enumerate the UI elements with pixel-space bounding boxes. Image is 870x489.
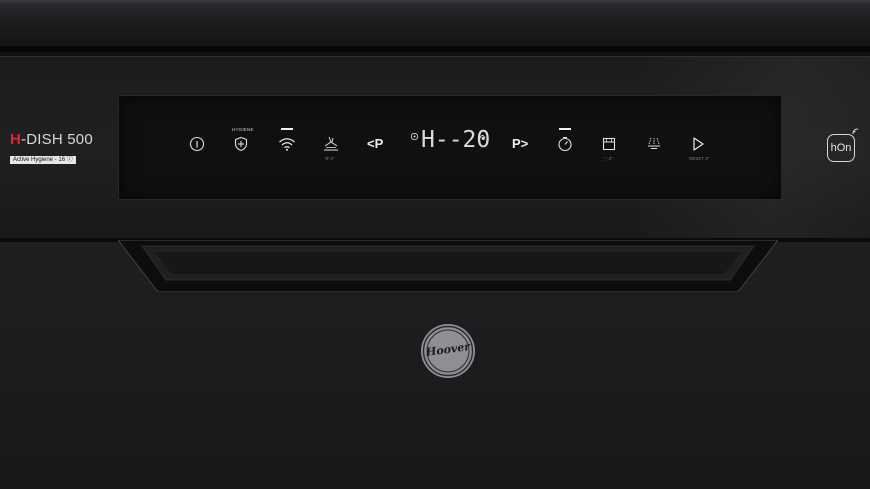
appliance-top-rim	[0, 0, 870, 56]
hon-connect-badge: hOn	[827, 134, 855, 162]
hoover-logo: Hoover	[420, 323, 476, 379]
half-load-button[interactable]	[600, 135, 618, 153]
hon-signal-icon	[850, 126, 860, 136]
wifi-icon	[279, 138, 295, 151]
eco-indicator-icon	[409, 131, 419, 141]
delay-active-indicator	[559, 128, 571, 130]
play-icon	[693, 137, 704, 151]
delay-start-button[interactable]	[555, 135, 575, 153]
info-button[interactable]	[188, 135, 206, 153]
model-name: H-DISH 500	[10, 132, 93, 148]
extra-wash-button[interactable]	[645, 134, 663, 152]
eco-leaf-icon	[410, 132, 418, 140]
hygiene-label: HYGIENE	[232, 127, 254, 132]
sensor-indicator-icon	[477, 131, 487, 141]
signal-waves-icon	[852, 128, 858, 134]
hygiene-shield-icon	[234, 136, 248, 152]
hon-label: hOn	[830, 142, 852, 154]
reset-hold-hint: RESET 3"	[689, 156, 710, 161]
spray-arms-icon	[648, 137, 660, 149]
rinse-icon	[324, 136, 338, 151]
info-icon	[189, 136, 205, 152]
door-handle-recess[interactable]	[118, 240, 778, 292]
program-previous-button[interactable]: <P	[367, 136, 383, 151]
program-next-button[interactable]: P>	[512, 136, 528, 151]
model-subtitle: Active Hygiene - 16 ⓘ	[10, 156, 76, 164]
half-load-icon	[602, 137, 616, 151]
wifi-button[interactable]	[278, 136, 296, 152]
start-button[interactable]	[689, 135, 707, 153]
top-groove	[0, 46, 870, 52]
half-load-hold-hint: ⬚ 3"	[603, 156, 613, 161]
wifi-active-indicator	[281, 128, 293, 130]
rinse-hold-hint: ⚙ 3"	[325, 156, 335, 161]
sensor-icon	[479, 134, 485, 139]
timer-icon	[558, 137, 572, 152]
brand-badge: H-DISH 500 Active Hygiene - 16 ⓘ	[10, 132, 93, 166]
model-number: -DISH 500	[21, 131, 93, 148]
brand-h-mark: H	[10, 131, 22, 148]
hygiene-button[interactable]	[232, 135, 250, 153]
rinse-option-button[interactable]	[321, 134, 341, 154]
